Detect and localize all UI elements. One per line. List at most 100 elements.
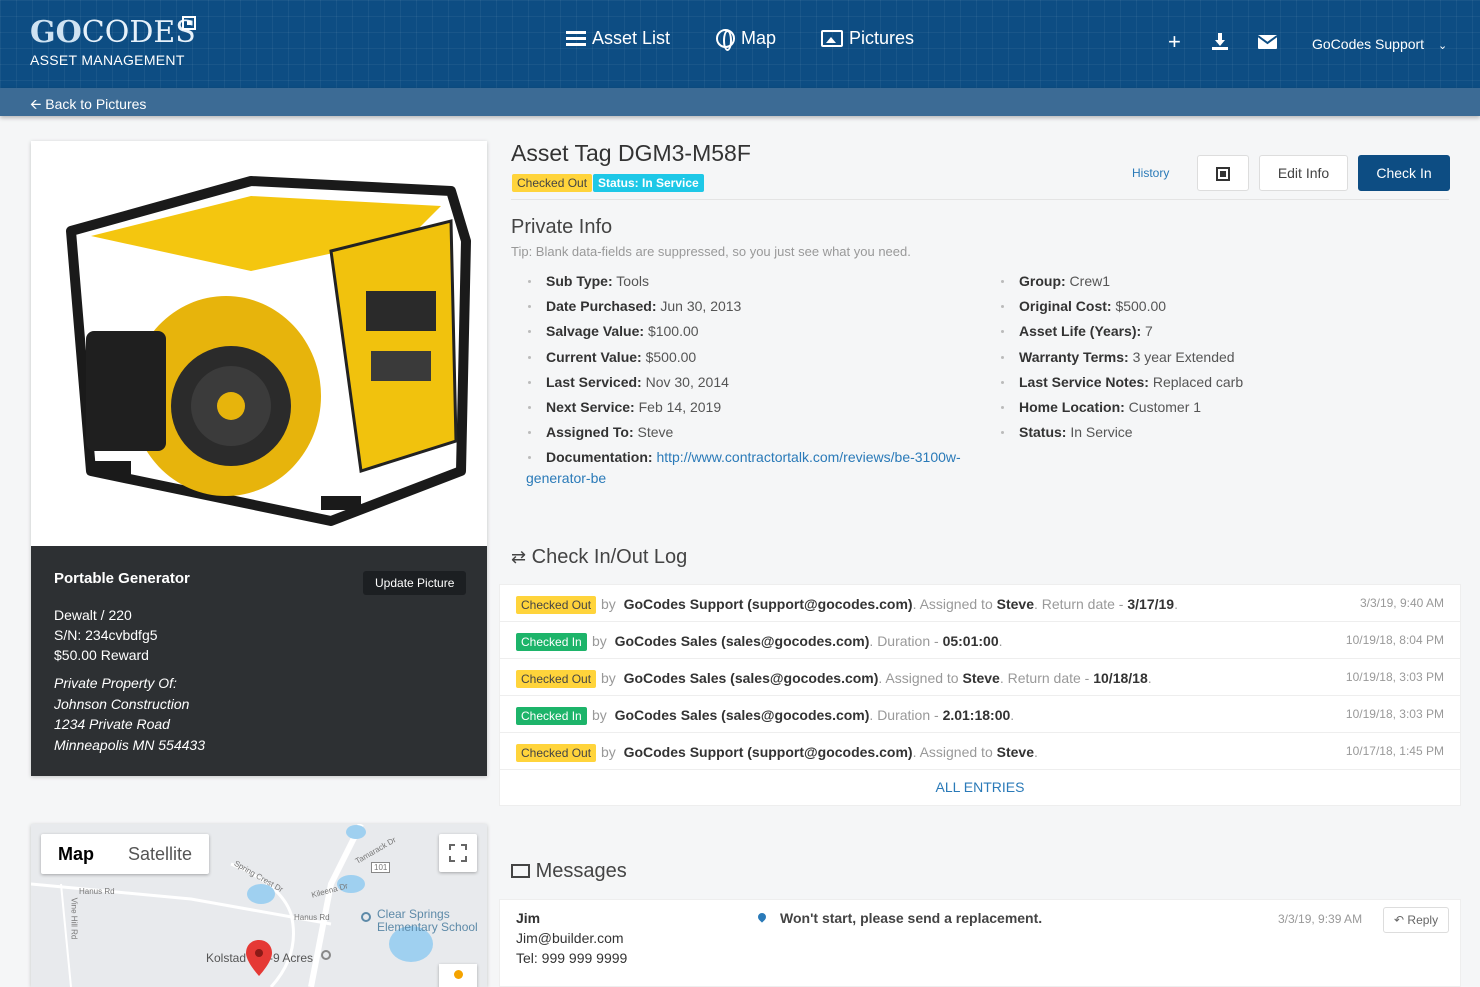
log-heading-label: Check In/Out Log [531,546,688,568]
message-sender-phone: Tel: 999 999 9999 [516,950,628,966]
all-entries-link[interactable]: ALL ENTRIES [500,779,1460,795]
reply-icon: ↶ [1394,913,1405,927]
map-tab-map[interactable]: Map [41,834,111,874]
divider [511,199,1449,200]
field-documentation: Documentation: http://www.contractortalk… [528,449,961,465]
fullscreen-button[interactable] [439,834,477,872]
download-icon[interactable] [1212,33,1228,55]
location-marker-icon[interactable] [246,940,272,976]
field-last-service-notes: Last Service Notes: Replaced carb [1001,374,1243,390]
back-link-label: Back to Pictures [45,96,147,112]
log-row: Checked Out by GoCodes Support (support@… [500,585,1460,622]
messages-heading-label: Messages [535,860,627,882]
log-badge-checked-out: Checked Out [516,596,597,614]
log-heading: ⇄ Check In/Out Log [511,546,687,569]
asset-photo[interactable] [31,141,487,546]
log-row: Checked Out by GoCodes Sales (sales@goco… [500,659,1460,696]
asset-serial: S/N: 234cvbdfg5 [54,627,158,643]
logo-square-icon [182,16,196,30]
swap-arrows-icon: ⇄ [511,547,527,567]
asset-card: Portable Generator Update Picture Dewalt… [31,141,487,776]
log-timestamp: 10/19/18, 8:04 PM [1345,633,1444,647]
field-current-value: Current Value: $500.00 [528,349,696,365]
qr-code-icon [1216,167,1230,182]
map-school-line2: Elementary School [377,920,478,934]
logo-codes: CODES [81,15,196,50]
map-place-kolstad: Kolstad [206,951,247,965]
log-badge-checked-in: Checked In [516,707,587,725]
update-picture-button[interactable]: Update Picture [363,571,467,595]
check-in-out-log: Checked Out by GoCodes Support (support@… [499,584,1461,806]
school-pin-icon [361,912,371,922]
field-asset-life: Asset Life (Years): 7 [1001,323,1153,339]
private-info-tip: Tip: Blank data-fields are suppressed, s… [511,244,911,259]
log-entry-text: by GoCodes Sales (sales@gocodes.com). Du… [592,707,1015,723]
gocodes-logo[interactable]: GOCODES ASSET MANAGEMENT [30,16,196,68]
log-badge-checked-out: Checked Out [516,670,597,688]
log-timestamp: 10/17/18, 1:45 PM [1345,744,1444,758]
log-entry-text: by GoCodes Support (support@gocodes.com)… [601,744,1038,760]
envelope-icon[interactable] [1257,33,1278,53]
arrow-left-icon: 🡨 [30,96,42,112]
globe-icon [716,29,735,51]
documentation-link-cont[interactable]: generator-be [526,470,606,486]
property-heading: Private Property Of: [54,675,177,691]
field-salvage-value: Salvage Value: $100.00 [528,323,699,339]
field-group: Group: Crew1 [1001,273,1110,289]
user-name: GoCodes Support [1312,36,1425,52]
asset-make-model: Dewalt / 220 [54,607,132,623]
nav-map-label: Map [741,28,777,48]
message-sender-email: Jim@builder.com [516,930,624,946]
log-row: Checked In by GoCodes Sales (sales@gocod… [500,622,1460,659]
plus-icon[interactable]: + [1168,31,1181,53]
log-row: Checked Out by GoCodes Support (support@… [500,733,1460,770]
street-view-pegman-icon[interactable] [439,964,477,987]
qr-code-button[interactable] [1197,155,1249,191]
asset-tag-title: Asset Tag DGM3-M58F [511,140,751,166]
nav-map[interactable]: Map [716,28,777,51]
property-owner: Johnson Construction [54,695,190,712]
location-map[interactable]: Map Satellite 101 Hanus Rd Hanus Rd Spri… [31,824,487,987]
history-link[interactable]: History [1132,166,1169,180]
status-badge: Status: In Service [593,174,704,192]
log-badge-checked-out: Checked Out [516,744,597,762]
map-place-acres: -9 Acres [269,951,314,965]
nav-asset-list[interactable]: Asset List [566,28,670,49]
nav-pictures[interactable]: Pictures [821,28,914,49]
reply-button[interactable]: ↶ Reply [1383,907,1450,933]
reply-label: Reply [1407,913,1439,927]
message-body: Won't start, please send a replacement. [780,910,1043,926]
nav-asset-list-label: Asset List [592,28,671,48]
map-road-label: Vine Hill Rd [69,897,79,940]
user-menu[interactable]: GoCodes Support ⌄ [1312,36,1447,52]
field-home-location: Home Location: Customer 1 [1001,399,1201,415]
property-city: Minneapolis MN 554433 [54,736,205,753]
location-pin-icon[interactable] [756,911,768,923]
field-original-cost: Original Cost: $500.00 [1001,298,1166,314]
field-assigned-to: Assigned To: Steve [528,424,673,440]
field-sub-type: Sub Type: Tools [528,273,649,289]
logo-go: GO [30,15,82,50]
log-entry-text: by GoCodes Sales (sales@gocodes.com). As… [601,670,1152,686]
fullscreen-icon [449,844,467,862]
map-tab-satellite[interactable]: Satellite [111,834,209,874]
field-warranty-terms: Warranty Terms: 3 year Extended [1001,349,1235,365]
map-place-school: Clear Springs Elementary School [377,908,478,934]
field-last-serviced: Last Serviced: Nov 30, 2014 [528,374,729,390]
pictures-icon [821,30,843,47]
field-date-purchased: Date Purchased: Jun 30, 2013 [528,298,741,314]
sub-navbar: 🡨 Back to Pictures [0,88,1480,116]
map-type-toggle: Map Satellite [41,834,210,874]
documentation-link[interactable]: http://www.contractortalk.com/reviews/be… [653,449,960,465]
log-timestamp: 10/19/18, 3:03 PM [1345,707,1444,721]
property-street: 1234 Private Road [54,716,170,732]
log-timestamp: 3/3/19, 9:40 AM [1359,596,1444,610]
back-to-pictures-link[interactable]: 🡨 Back to Pictures [30,94,146,118]
list-icon [566,30,586,47]
message-sender-name: Jim [516,910,541,926]
check-in-button[interactable]: Check In [1358,155,1450,191]
logo-subtitle: ASSET MANAGEMENT [30,52,185,68]
private-info-heading: Private Info [511,216,613,238]
envelope-outline-icon [511,864,530,878]
edit-info-button[interactable]: Edit Info [1259,155,1348,191]
